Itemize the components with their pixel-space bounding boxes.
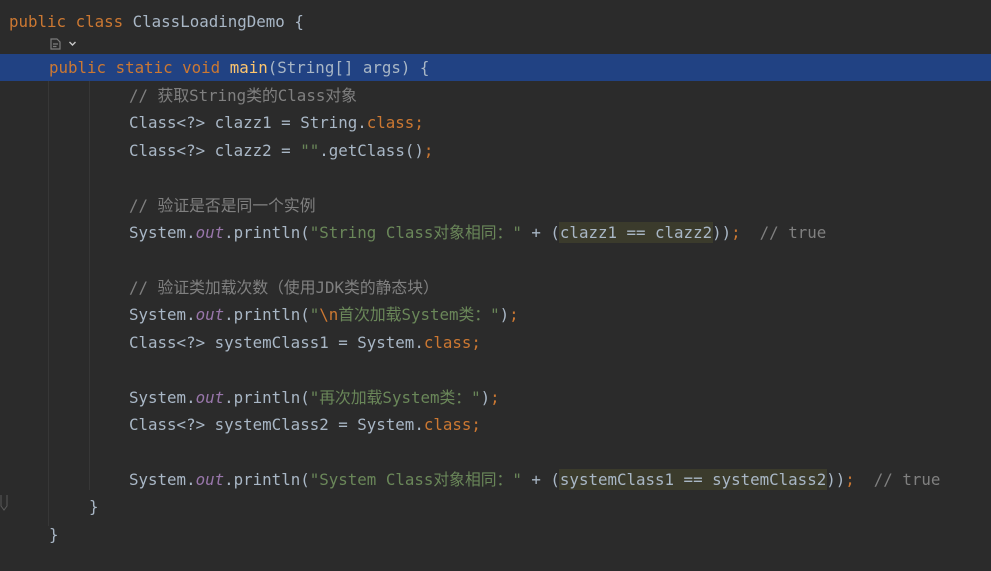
code-token: ; <box>490 388 500 407</box>
code-token: ; <box>414 113 424 132</box>
code-token: (String[] args) { <box>267 58 430 77</box>
code-token: Class<?> systemClass1 = System. <box>129 333 424 352</box>
code-token: out <box>195 223 225 242</box>
code-token: class <box>366 113 415 132</box>
code-token: ClassLoadingDemo { <box>132 12 304 31</box>
code-text: Class<?> clazz1 = String.class; <box>129 109 424 136</box>
code-token: System. <box>129 470 196 489</box>
code-token: Class<?> clazz1 = String. <box>129 113 367 132</box>
code-token: System. <box>129 223 196 242</box>
code-token: + ( <box>521 470 560 489</box>
code-token: "再次加载System类：" <box>309 388 481 407</box>
code-line[interactable]: Class<?> clazz2 = "".getClass(); <box>0 137 991 164</box>
code-token: ) <box>499 305 510 324</box>
code-text: // 获取String类的Class对象 <box>129 82 357 109</box>
code-token: + ( <box>521 223 560 242</box>
code-token: // 验证类加载次数（使用JDK类的静态块） <box>129 278 439 297</box>
code-token: )) <box>826 470 846 489</box>
code-token: .println( <box>224 223 310 242</box>
code-token: "" <box>300 141 320 160</box>
code-line[interactable]: // 验证是否是同一个实例 <box>0 192 991 219</box>
code-token: ; <box>731 223 741 242</box>
code-line[interactable]: Class<?> clazz1 = String.class; <box>0 109 991 136</box>
code-token: } <box>89 497 99 516</box>
code-token: .println( <box>224 388 310 407</box>
code-token: public class <box>9 12 133 31</box>
code-line[interactable] <box>0 164 991 191</box>
code-token: class <box>423 333 472 352</box>
code-text: // 验证是否是同一个实例 <box>129 192 316 219</box>
code-line[interactable]: public class ClassLoadingDemo { <box>0 8 991 35</box>
code-token: ; <box>509 305 519 324</box>
code-line[interactable] <box>0 246 991 273</box>
code-token: public static void <box>49 58 230 77</box>
code-text: System.out.println("String Class对象相同：" +… <box>129 219 826 246</box>
code-token: out <box>195 470 225 489</box>
code-line[interactable]: // 获取String类的Class对象 <box>0 82 991 109</box>
code-text: } <box>89 493 99 520</box>
code-line[interactable]: } <box>0 493 991 520</box>
code-line[interactable]: Class<?> systemClass1 = System.class; <box>0 329 991 356</box>
code-token: " <box>309 305 320 324</box>
code-token: .println( <box>224 470 310 489</box>
code-text: } <box>49 521 59 548</box>
code-token: out <box>195 305 225 324</box>
code-line[interactable]: System.out.println("System Class对象相同：" +… <box>0 466 991 493</box>
code-token: .getClass() <box>319 141 424 160</box>
code-token: System. <box>129 388 196 407</box>
code-token: "System Class对象相同：" <box>309 470 522 489</box>
code-token: systemClass1 == systemClass2 <box>558 469 828 490</box>
code-token: .println( <box>224 305 310 324</box>
code-text: System.out.println("\n首次加载System类："); <box>129 301 519 328</box>
code-token: ; <box>471 415 481 434</box>
code-token: Class<?> clazz2 = <box>129 141 301 160</box>
code-token: Class<?> systemClass2 = System. <box>129 415 424 434</box>
code-line[interactable]: System.out.println("再次加载System类："); <box>0 384 991 411</box>
code-token: // true <box>740 223 827 242</box>
code-token: )) <box>712 223 732 242</box>
code-line[interactable]: Class<?> systemClass2 = System.class; <box>0 411 991 438</box>
code-line[interactable]: } <box>0 521 991 548</box>
code-text: // 验证类加载次数（使用JDK类的静态块） <box>129 274 439 301</box>
code-text: Class<?> clazz2 = "".getClass(); <box>129 137 433 164</box>
code-text: System.out.println("再次加载System类："); <box>129 384 500 411</box>
code-token: 首次加载System类：" <box>338 305 500 324</box>
code-token: ; <box>423 141 434 160</box>
code-token: System. <box>129 305 196 324</box>
code-token: } <box>49 525 59 544</box>
code-token: "String Class对象相同：" <box>309 223 522 242</box>
code-token: ; <box>845 470 855 489</box>
code-text: public static void main(String[] args) { <box>49 54 429 81</box>
code-text: System.out.println("System Class对象相同：" +… <box>129 466 940 493</box>
code-token: main <box>229 58 268 77</box>
code-token: clazz1 == clazz2 <box>558 222 714 243</box>
code-line[interactable]: System.out.println("String Class对象相同：" +… <box>0 219 991 246</box>
code-token: \n <box>319 305 339 324</box>
code-line[interactable] <box>0 356 991 383</box>
code-line-current[interactable]: public static void main(String[] args) { <box>0 54 991 81</box>
code-token: class <box>423 415 472 434</box>
code-text: Class<?> systemClass2 = System.class; <box>129 411 481 438</box>
code-line[interactable]: // 验证类加载次数（使用JDK类的静态块） <box>0 274 991 301</box>
code-token: // 获取String类的Class对象 <box>129 86 357 105</box>
code-editor[interactable]: public class ClassLoadingDemo { public st… <box>0 0 991 571</box>
code-text: public class ClassLoadingDemo { <box>9 8 304 35</box>
code-token: // true <box>854 470 941 489</box>
code-line[interactable]: System.out.println("\n首次加载System类："); <box>0 301 991 328</box>
code-token: ) <box>480 388 491 407</box>
code-token: out <box>195 388 225 407</box>
code-token: ; <box>471 333 481 352</box>
code-line[interactable] <box>0 438 991 465</box>
code-text: Class<?> systemClass1 = System.class; <box>129 329 481 356</box>
code-token: // 验证是否是同一个实例 <box>129 196 316 215</box>
